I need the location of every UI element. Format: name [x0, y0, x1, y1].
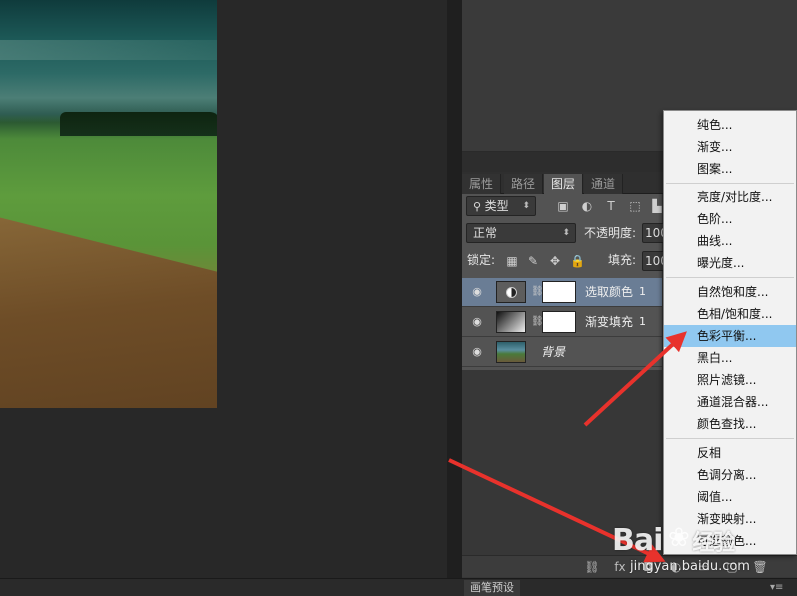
chevron-updown-icon: ⬍ — [522, 201, 530, 211]
lock-transparent-icon[interactable]: ▦ — [505, 254, 519, 268]
brush-presets-tab[interactable]: 画笔预设 — [464, 580, 520, 596]
add-mask-icon[interactable]: ◘ — [640, 559, 656, 575]
adjustment-thumbnail — [496, 281, 526, 303]
layer-filter-dropdown[interactable]: ⚲ 类型 ⬍ — [466, 196, 536, 216]
new-layer-icon[interactable]: ▢ — [724, 559, 740, 575]
menu-item-curves[interactable]: 曲线... — [664, 230, 796, 252]
layer-row-gradient-fill[interactable]: ◉ ⛓ 渐变填充 1 — [462, 308, 662, 337]
layers-bottom-toolbar: ⛓ fx ◘ ◐ ▭ ▢ 🗑 — [462, 555, 797, 577]
type-layer-filter-icon[interactable]: T — [604, 199, 618, 213]
menu-item-threshold[interactable]: 阈值... — [664, 486, 796, 508]
tab-layers[interactable]: 图层 — [544, 174, 584, 194]
menu-item-color-lookup[interactable]: 颜色查找... — [664, 413, 796, 435]
menu-item-pattern[interactable]: 图案... — [664, 158, 796, 180]
link-layers-icon[interactable]: ⛓ — [584, 559, 600, 575]
menu-item-channel-mixer[interactable]: 通道混合器... — [664, 391, 796, 413]
lock-image-pixels-icon[interactable]: ✎ — [526, 254, 540, 268]
adjustment-icon — [506, 287, 517, 298]
menu-separator — [666, 438, 794, 439]
lock-position-icon[interactable]: ✥ — [548, 254, 562, 268]
photo-dirt-path — [0, 207, 217, 408]
layer-row-background[interactable]: ◉ 背景 — [462, 338, 662, 367]
adjustment-context-menu: 纯色... 渐变... 图案... 亮度/对比度... 色阶... 曲线... … — [663, 110, 797, 555]
layer-number: 1 — [639, 315, 646, 328]
menu-item-invert[interactable]: 反相 — [664, 442, 796, 464]
lock-all-icon[interactable]: 🔒 — [570, 254, 585, 268]
menu-item-exposure[interactable]: 曝光度... — [664, 252, 796, 274]
menu-item-selective-color[interactable]: 可选颜色... — [664, 530, 796, 552]
tab-channels[interactable]: 通道 — [584, 174, 624, 194]
layer-mask-thumbnail[interactable] — [542, 311, 576, 333]
panel-menu-icon[interactable]: ▾≡ — [770, 580, 783, 596]
menu-item-gradient[interactable]: 渐变... — [664, 136, 796, 158]
layers-panel: ⚲ 类型 ⬍ ▣ ◐ T ⬚ ▙ 正常 ⬍ 不透明度: 100 锁定: ▦ ✎ … — [462, 194, 672, 370]
shape-layer-filter-icon[interactable]: ⬚ — [628, 199, 642, 213]
background-thumbnail — [496, 341, 526, 363]
photo-clouds — [0, 40, 217, 60]
panel-divider — [447, 0, 462, 578]
menu-item-hue-saturation[interactable]: 色相/饱和度... — [664, 303, 796, 325]
search-icon: ⚲ — [473, 200, 485, 213]
eye-icon[interactable]: ◉ — [470, 346, 484, 358]
photo-treeline — [60, 112, 217, 136]
lock-label: 锁定: — [467, 253, 496, 267]
menu-item-solid-color[interactable]: 纯色... — [664, 114, 796, 136]
layer-number: 1 — [639, 285, 646, 298]
menu-item-color-balance[interactable]: 色彩平衡... — [664, 325, 796, 347]
document-canvas-area — [0, 0, 447, 578]
new-group-icon[interactable]: ▭ — [696, 559, 712, 575]
layer-name: 选取颜色 — [585, 285, 634, 299]
layer-style-icon[interactable]: fx — [612, 559, 628, 575]
menu-separator — [666, 183, 794, 184]
blend-mode-label: 正常 — [473, 226, 498, 240]
menu-item-posterize[interactable]: 色调分离... — [664, 464, 796, 486]
filter-kind-label: 类型 — [484, 199, 509, 213]
trash-icon[interactable]: 🗑 — [752, 559, 768, 575]
menu-item-black-white[interactable]: 黑白... — [664, 347, 796, 369]
chevron-updown-icon: ⬍ — [562, 228, 570, 238]
eye-icon[interactable]: ◉ — [470, 316, 484, 328]
eye-icon[interactable]: ◉ — [470, 286, 484, 298]
blend-mode-dropdown[interactable]: 正常 ⬍ — [466, 223, 576, 243]
layer-row-selective-color[interactable]: ◉ ⛓ 选取颜色 1 — [462, 278, 662, 307]
menu-separator — [666, 277, 794, 278]
adjustment-layer-filter-icon[interactable]: ◐ — [580, 199, 594, 213]
menu-item-vibrance[interactable]: 自然饱和度... — [664, 281, 796, 303]
tab-paths[interactable]: 路径 — [504, 174, 544, 194]
menu-item-gradient-map[interactable]: 渐变映射... — [664, 508, 796, 530]
layer-name: 渐变填充 — [585, 315, 634, 329]
opacity-label: 不透明度: — [584, 226, 637, 240]
menu-item-photo-filter[interactable]: 照片滤镜... — [664, 369, 796, 391]
new-adjustment-layer-icon[interactable]: ◐ — [668, 559, 684, 575]
layer-name: 背景 — [541, 345, 566, 359]
menu-item-levels[interactable]: 色阶... — [664, 208, 796, 230]
document-photo[interactable] — [0, 0, 217, 408]
gradient-thumbnail — [496, 311, 526, 333]
tab-properties[interactable]: 属性 — [462, 174, 502, 194]
smart-object-filter-icon[interactable]: ▙ — [650, 199, 664, 213]
fill-label: 填充: — [608, 253, 637, 267]
bottom-dock: 画笔预设 ▾≡ — [0, 578, 797, 596]
layer-mask-thumbnail[interactable] — [542, 281, 576, 303]
pixel-layer-filter-icon[interactable]: ▣ — [556, 199, 570, 213]
menu-item-brightness-contrast[interactable]: 亮度/对比度... — [664, 186, 796, 208]
